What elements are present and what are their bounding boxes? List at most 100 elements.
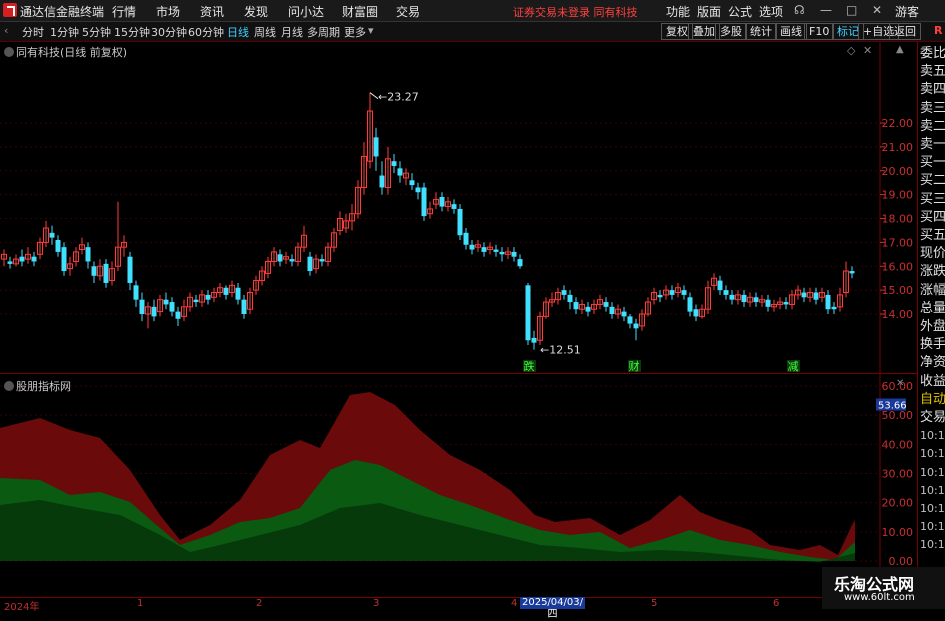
sidebar-label: 自动 — [920, 391, 945, 407]
sidebar-time: 10:14 — [920, 502, 945, 515]
price-tick-label: 15.00 — [882, 284, 914, 297]
candle-body — [19, 256, 25, 262]
event-marker: 减 — [788, 360, 799, 373]
panel-divider[interactable] — [0, 373, 917, 374]
sidebar-label: 涨幅 — [920, 282, 945, 298]
event-marker: 财 — [629, 359, 640, 373]
candle-body — [493, 249, 499, 252]
candle-body — [391, 161, 397, 166]
candle-body — [85, 247, 91, 262]
candle-body — [765, 299, 771, 307]
candle-body — [373, 137, 379, 157]
sidebar-label: 买五 — [920, 228, 945, 243]
candle-body — [813, 292, 819, 300]
candle-body — [801, 292, 807, 298]
candle-body — [91, 266, 97, 276]
chart-title-text: 同有科技(日线 前复权) — [16, 46, 128, 59]
candle-body — [831, 306, 837, 310]
sidebar-time: 10:14 — [920, 483, 945, 497]
candle-body — [669, 290, 675, 295]
candle-body — [681, 290, 687, 295]
candle-body — [511, 251, 517, 257]
price-tick-label: 21.00 — [882, 141, 914, 154]
indicator-tick-label: 20.00 — [882, 497, 914, 510]
candle-body — [693, 309, 699, 317]
sidebar-label: 卖一 — [920, 137, 945, 152]
sidebar-label: 卖五 — [920, 64, 945, 80]
event-marker: 跌 — [524, 359, 535, 373]
sidebar-label: 交易 — [920, 410, 945, 425]
candle-body — [133, 285, 139, 300]
candle-body — [531, 337, 537, 343]
indicator-tick-label: 30.00 — [882, 468, 914, 481]
candle-body — [397, 168, 403, 176]
candle-body — [525, 285, 531, 341]
scroll-up-icon[interactable]: ▲ — [896, 44, 904, 55]
price-axis: 22.00 21.00 20.00 19.00 18.00 17.00 16.00 15.00… — [880, 117, 913, 321]
price-tick-label: 22.00 — [882, 117, 914, 130]
candle-body — [235, 287, 241, 300]
indicator-axis: 60.0050.0040.0030.0020.0010.000.0053.66 — [876, 380, 913, 568]
price-tick-label: 17.00 — [882, 236, 914, 249]
indicator-tick-label: 40.00 — [882, 438, 914, 451]
price-tick-label: 16.00 — [882, 260, 914, 273]
candle-body — [289, 259, 295, 262]
sidebar-label: 买一 — [920, 155, 945, 171]
high-pointer — [369, 92, 379, 100]
sidebar-label: 总量 — [920, 300, 945, 316]
candle-body — [729, 294, 735, 300]
candle-body — [241, 299, 247, 314]
chart-title[interactable]: 同有科技(日线 前复权) — [4, 44, 127, 60]
candle-body — [481, 247, 487, 252]
candle-body — [457, 208, 463, 236]
candlesticks — [1, 92, 855, 350]
candle-body — [175, 311, 181, 319]
sidebar-label: 买四 — [920, 209, 945, 225]
candle-body — [307, 256, 313, 272]
sidebar-label: 买三 — [920, 191, 945, 207]
candle-body — [451, 204, 457, 209]
candle-body — [31, 256, 37, 262]
candle-body — [783, 302, 789, 305]
candle-body — [277, 254, 283, 262]
sidebar-label: 涨跌 — [920, 264, 945, 280]
close-chart-icon[interactable]: ✕ — [863, 44, 872, 57]
diamond-icon[interactable]: ◇ — [847, 44, 855, 57]
xaxis-label: 2024年 — [4, 602, 40, 613]
candle-body — [499, 251, 505, 255]
xaxis-label: 4 — [511, 598, 518, 609]
candle-body — [223, 287, 229, 295]
sidebar-label: 现价 — [920, 246, 945, 262]
candle-body — [517, 259, 523, 267]
xaxis-label: 2 — [256, 598, 263, 609]
candle-body — [585, 306, 591, 312]
sidebar-label: 买二 — [920, 173, 945, 189]
sidebar-time: 10:14 — [920, 538, 945, 552]
low-label: ←12.51 — [540, 344, 581, 357]
candle-body — [205, 294, 211, 300]
candle-body — [139, 299, 145, 314]
indicator-menu-icon[interactable] — [4, 381, 14, 391]
sidebar-time: 10:14 — [920, 447, 945, 461]
time-axis: 2024年 1 2 3 4 5 6 — [0, 597, 917, 613]
price-tick-label: 18.00 — [882, 213, 914, 226]
quote-sidebar: 委比 卖五 卖四 卖三 卖二 卖一 买一 买二 买三 买四 买五 现价 涨跌 涨幅 总量 外盘 换手 净资 收益 自动… — [917, 42, 945, 609]
sidebar-time: 10:14 — [920, 429, 945, 443]
sidebar-label: 卖二 — [920, 118, 945, 134]
candle-body — [55, 239, 61, 252]
candle-body — [49, 232, 55, 238]
candle-body — [163, 299, 169, 305]
candle-body — [825, 294, 831, 310]
candle-body — [169, 302, 175, 312]
cursor-date: 2025/04/03/四 — [520, 597, 585, 620]
chart-menu-icon[interactable] — [4, 47, 14, 57]
candle-body — [621, 311, 627, 317]
indicator-close-icon[interactable]: ✕ — [896, 378, 904, 389]
candle-body — [573, 302, 579, 310]
indicator-tick-label: 10.00 — [882, 526, 914, 539]
indicator-title[interactable]: 股朋指标网 — [4, 378, 71, 394]
candle-body — [103, 263, 109, 283]
candle-body — [609, 306, 615, 314]
candle-body — [409, 180, 415, 186]
xaxis-label: 1 — [137, 598, 144, 609]
